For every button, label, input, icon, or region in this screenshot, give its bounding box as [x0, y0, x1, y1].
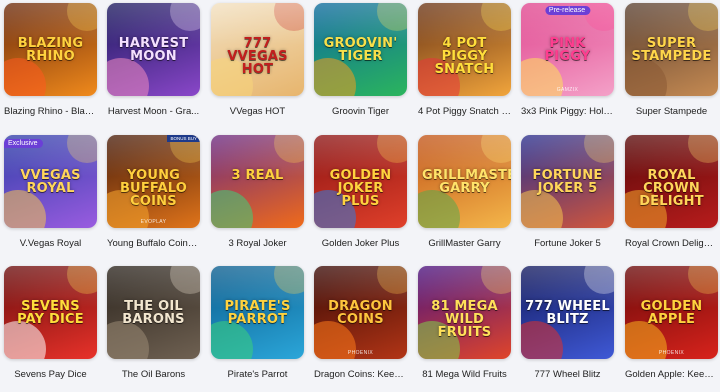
game-art-title: The Oil Barons	[122, 299, 185, 327]
game-art-title: 3 Real	[231, 168, 284, 183]
game-tile[interactable]: Groovin' Tiger Groovin Tiger	[314, 3, 407, 117]
game-art-title: Fortune Joker 5	[532, 168, 603, 196]
game-tile[interactable]: Harvest Moon Harvest Moon - Gra...	[107, 3, 200, 117]
game-title[interactable]: The Oil Barons	[107, 369, 200, 380]
game-title[interactable]: 4 Pot Piggy Snatch H...	[418, 106, 511, 117]
game-title[interactable]: V.Vegas Royal	[4, 238, 97, 249]
game-thumbnail[interactable]: Harvest Moon	[107, 3, 200, 96]
game-tile[interactable]: VVegas Royal Exclusive V.Vegas Royal	[4, 135, 97, 249]
game-title[interactable]: 3 Royal Joker	[211, 238, 304, 249]
game-title[interactable]: Royal Crown Delight...	[625, 238, 718, 249]
game-title[interactable]: Young Buffalo Coins...	[107, 238, 200, 249]
game-tile[interactable]: Fortune Joker 5 Fortune Joker 5	[521, 135, 614, 249]
game-title[interactable]: GrillMaster Garry	[418, 238, 511, 249]
game-art-title: Sevens Pay Dice	[17, 299, 84, 327]
game-title[interactable]: Fortune Joker 5	[521, 238, 614, 249]
game-tile[interactable]: 81 Mega Wild Fruits 81 Mega Wild Fruits	[418, 266, 511, 380]
game-art-title: Dragon Coins	[328, 299, 393, 327]
game-thumbnail[interactable]: 777 Wheel Blitz	[521, 266, 614, 359]
game-thumbnail[interactable]: 81 Mega Wild Fruits	[418, 266, 511, 359]
game-title[interactable]: Golden Joker Plus	[314, 238, 407, 249]
game-thumbnail[interactable]: Blazing Rhino	[4, 3, 97, 96]
game-thumbnail[interactable]: 4 Pot Piggy Snatch	[418, 3, 511, 96]
provider-logo: GAMZIX	[556, 87, 579, 93]
game-thumbnail[interactable]: 3 Real	[211, 135, 304, 228]
game-grid: Blazing Rhino Blazing Rhino - Blast... Har…	[0, 0, 720, 392]
game-art-title: 777 VVegas HOT	[227, 36, 288, 77]
game-art-title: Super Stampede	[631, 36, 712, 64]
game-tile[interactable]: Pink Piggy GAMZIX Pre-release 3x3 Pink Pigg…	[521, 3, 614, 117]
game-thumbnail[interactable]: GrillMaster Garry	[418, 135, 511, 228]
game-title[interactable]: Pirate's Parrot	[211, 369, 304, 380]
game-tile[interactable]: Super Stampede Super Stampede	[625, 3, 718, 117]
game-thumbnail[interactable]: Young Buffalo Coins EVOPLAY Bonus Buy	[107, 135, 200, 228]
provider-logo: PHOENIX	[347, 350, 374, 356]
game-tile[interactable]: Young Buffalo Coins EVOPLAY Bonus Buy Young…	[107, 135, 200, 249]
game-art-title: Golden Joker Plus	[329, 168, 392, 209]
game-art-title: 4 Pot Piggy Snatch	[434, 36, 495, 77]
game-title[interactable]: VVegas HOT	[211, 106, 304, 117]
game-title[interactable]: 81 Mega Wild Fruits	[418, 369, 511, 380]
game-title[interactable]: Dragon Coins: Keep ...	[314, 369, 407, 380]
game-badge: Exclusive	[4, 139, 43, 148]
game-art-title: Golden Apple	[640, 299, 703, 327]
game-art-title: 81 Mega Wild Fruits	[431, 299, 498, 340]
game-tile[interactable]: Pirate's Parrot Pirate's Parrot	[211, 266, 304, 380]
game-art-title: Royal Crown Delight	[639, 168, 704, 209]
bonus-buy-badge: Bonus Buy	[167, 135, 200, 142]
game-thumbnail[interactable]: Super Stampede	[625, 3, 718, 96]
game-art-title: Pirate's Parrot	[224, 299, 291, 327]
game-tile[interactable]: 777 VVegas HOT VVegas HOT	[211, 3, 304, 117]
game-tile[interactable]: Sevens Pay Dice Sevens Pay Dice	[4, 266, 97, 380]
game-tile[interactable]: Royal Crown Delight Royal Crown Delight..…	[625, 135, 718, 249]
game-art-title: GrillMaster Garry	[422, 168, 511, 196]
game-title[interactable]: Sevens Pay Dice	[4, 369, 97, 380]
provider-logo: EVOPLAY	[140, 219, 167, 225]
artwork-glow	[211, 190, 253, 228]
game-thumbnail[interactable]: Groovin' Tiger	[314, 3, 407, 96]
game-thumbnail[interactable]: VVegas Royal Exclusive	[4, 135, 97, 228]
game-badge: Pre-release	[544, 6, 591, 15]
game-title[interactable]: Golden Apple: Keep ...	[625, 369, 718, 380]
provider-logo: PHOENIX	[658, 350, 685, 356]
game-tile[interactable]: 4 Pot Piggy Snatch 4 Pot Piggy Snatch H..…	[418, 3, 511, 117]
game-tile[interactable]: GrillMaster Garry GrillMaster Garry	[418, 135, 511, 249]
game-tile[interactable]: Blazing Rhino Blazing Rhino - Blast...	[4, 3, 97, 117]
game-thumbnail[interactable]: Dragon Coins PHOENIX	[314, 266, 407, 359]
game-art-title: 777 Wheel Blitz	[525, 299, 610, 327]
game-thumbnail[interactable]: Sevens Pay Dice	[4, 266, 97, 359]
game-thumbnail[interactable]: Golden Joker Plus	[314, 135, 407, 228]
game-title[interactable]: Blazing Rhino - Blast...	[4, 106, 97, 117]
game-thumbnail[interactable]: Pirate's Parrot	[211, 266, 304, 359]
game-thumbnail[interactable]: The Oil Barons	[107, 266, 200, 359]
game-tile[interactable]: Dragon Coins PHOENIX Dragon Coins: Keep ..…	[314, 266, 407, 380]
game-thumbnail[interactable]: 777 VVegas HOT	[211, 3, 304, 96]
game-title[interactable]: 3x3 Pink Piggy: Hold...	[521, 106, 614, 117]
game-title[interactable]: Groovin Tiger	[314, 106, 407, 117]
game-tile[interactable]: 777 Wheel Blitz 777 Wheel Blitz	[521, 266, 614, 380]
game-tile[interactable]: Golden Joker Plus Golden Joker Plus	[314, 135, 407, 249]
game-thumbnail[interactable]: Royal Crown Delight	[625, 135, 718, 228]
game-tile[interactable]: The Oil Barons The Oil Barons	[107, 266, 200, 380]
game-title[interactable]: 777 Wheel Blitz	[521, 369, 614, 380]
game-art-title: Groovin' Tiger	[323, 36, 398, 64]
game-thumbnail[interactable]: Pink Piggy GAMZIX Pre-release	[521, 3, 614, 96]
game-art-title: Blazing Rhino	[17, 36, 84, 64]
game-art-title: Young Buffalo Coins	[119, 168, 188, 209]
game-thumbnail[interactable]: Fortune Joker 5	[521, 135, 614, 228]
game-thumbnail[interactable]: Golden Apple PHOENIX	[625, 266, 718, 359]
game-title[interactable]: Super Stampede	[625, 106, 718, 117]
game-tile[interactable]: 3 Real 3 Royal Joker	[211, 135, 304, 249]
game-art-title: Harvest Moon	[118, 36, 189, 64]
game-art-title: Pink Piggy	[544, 36, 591, 64]
game-art-title: VVegas Royal	[20, 168, 81, 196]
game-title[interactable]: Harvest Moon - Gra...	[107, 106, 200, 117]
game-tile[interactable]: Golden Apple PHOENIX Golden Apple: Keep ..…	[625, 266, 718, 380]
